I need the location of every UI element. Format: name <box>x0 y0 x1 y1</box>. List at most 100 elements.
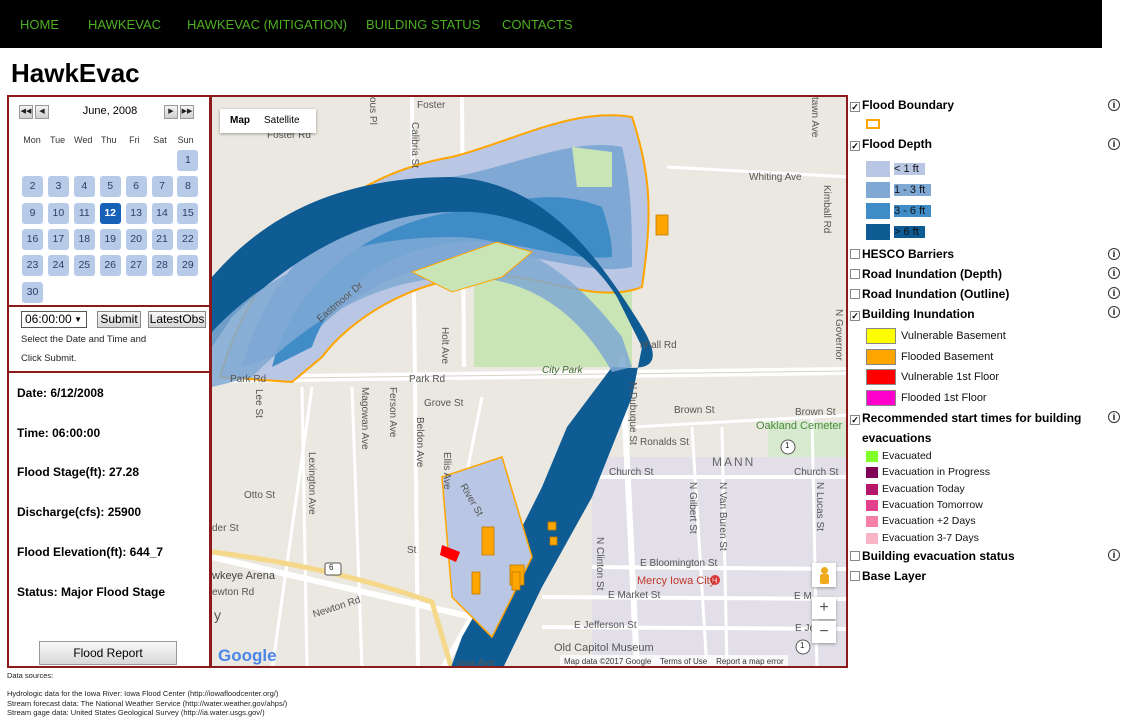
calendar-day[interactable]: 3 <box>47 176 69 198</box>
calendar-day[interactable]: 13 <box>125 202 147 224</box>
calendar-day[interactable]: 24 <box>47 255 69 277</box>
label-holt: Holt Ave <box>439 327 450 365</box>
checkbox-checked[interactable]: ✓ <box>850 141 860 151</box>
info-icon[interactable]: i <box>1108 287 1120 299</box>
submit-button[interactable]: Submit <box>97 311 141 328</box>
calendar-day[interactable]: 10 <box>47 202 69 224</box>
terms-link[interactable]: Terms of Use <box>660 657 707 666</box>
next-month-button[interactable]: ▶ <box>164 105 178 119</box>
calendar-day[interactable]: 14 <box>151 202 173 224</box>
depth-label: < 1 ft <box>894 163 925 175</box>
label-gilbert: N Gilbert St <box>687 482 698 534</box>
flood-map[interactable]: H Foster Rd Foster Calibria St Whiting A… <box>210 95 848 668</box>
building-label: Flooded 1st Floor <box>901 391 987 404</box>
calendar-day[interactable]: 28 <box>151 255 173 277</box>
calendar-day[interactable]: 26 <box>99 255 121 277</box>
layer-recommended-start-times[interactable]: ✓ Recommended start times for building <box>850 411 1081 425</box>
layer-flood-boundary[interactable]: ✓ Flood Boundary <box>850 98 954 112</box>
layer-base-layer[interactable]: Base Layer <box>850 569 926 583</box>
calendar: ◀◀ ◀ June, 2008 ▶ ▶▶ Mon Tue Wed Thu Fri Sat S… <box>9 97 209 307</box>
calendar-month-label: June, 2008 <box>82 105 138 117</box>
calendar-day[interactable]: 2 <box>22 176 43 198</box>
calendar-day[interactable]: 30 <box>22 281 43 303</box>
layer-flood-depth[interactable]: ✓ Flood Depth <box>850 137 932 151</box>
map-type-map-button[interactable]: Map <box>230 109 250 133</box>
calendar-day[interactable]: 21 <box>151 228 173 250</box>
calendar-day[interactable]: 22 <box>177 228 199 250</box>
next-year-button[interactable]: ▶▶ <box>180 105 194 119</box>
flood-report-button[interactable]: Flood Report <box>39 641 177 665</box>
layer-label: Flood Boundary <box>862 98 954 112</box>
layer-building-inundation[interactable]: ✓ Building Inundation <box>850 307 975 321</box>
calendar-day[interactable]: 27 <box>125 255 147 277</box>
layer-building-evacuation-status[interactable]: Building evacuation status <box>850 549 1015 563</box>
label-tawn-ave: tawn Ave <box>809 97 820 138</box>
calendar-day[interactable]: 23 <box>22 255 43 277</box>
calendar-day[interactable]: 1 <box>177 150 199 171</box>
calendar-day[interactable]: 20 <box>125 228 147 250</box>
zoom-in-button[interactable]: + <box>812 597 836 619</box>
label-park-rd-left: Park Rd <box>230 374 267 385</box>
time-select[interactable]: 06:00:00 ▼ <box>21 311 87 328</box>
latest-obs-button[interactable]: LatestObs <box>148 311 206 328</box>
zoom-out-button[interactable]: − <box>812 621 836 643</box>
info-icon[interactable]: i <box>1108 411 1120 423</box>
evac-label: Evacuated <box>882 450 932 462</box>
calendar-day[interactable]: 8 <box>177 176 199 198</box>
calendar-day[interactable]: 17 <box>47 228 69 250</box>
info-icon[interactable]: i <box>1108 267 1120 279</box>
checkbox[interactable] <box>850 289 860 299</box>
nav-building-status[interactable]: BUILDING STATUS <box>366 17 480 32</box>
calendar-day[interactable]: 18 <box>73 228 95 250</box>
report-error-link[interactable]: Report a map error <box>716 657 784 666</box>
calendar-day[interactable]: 5 <box>99 176 121 198</box>
pegman-button[interactable] <box>812 563 836 587</box>
layer-road-inundation-depth[interactable]: Road Inundation (Depth) <box>850 267 1002 281</box>
info-icon[interactable]: i <box>1108 248 1120 260</box>
label-market: E Market St <box>608 590 661 601</box>
nav-hawkevac[interactable]: HAWKEVAC <box>88 17 161 32</box>
info-icon[interactable]: i <box>1108 306 1120 318</box>
label-foster: Foster <box>417 100 446 111</box>
checkbox[interactable] <box>850 269 860 279</box>
calendar-day[interactable]: 19 <box>99 228 121 250</box>
info-icon[interactable]: i <box>1108 99 1120 111</box>
calendar-day[interactable]: 11 <box>73 202 95 224</box>
calendar-day[interactable]: 6 <box>125 176 147 198</box>
weekday-header: Wed <box>74 135 93 145</box>
label-park-rd: Park Rd <box>409 374 446 385</box>
evac-label: Evacuation 3-7 Days <box>882 531 979 544</box>
prev-month-button[interactable]: ◀ <box>35 105 49 119</box>
layer-hesco-barriers[interactable]: HESCO Barriers <box>850 247 954 261</box>
nav-hawkevac-mitigation[interactable]: HAWKEVAC (MITIGATION) <box>187 17 347 32</box>
checkbox-checked[interactable]: ✓ <box>850 311 860 321</box>
nav-home[interactable]: HOME <box>20 17 59 32</box>
calendar-day[interactable]: 25 <box>73 255 95 277</box>
info-icon[interactable]: i <box>1108 138 1120 150</box>
checkbox[interactable] <box>850 571 860 581</box>
label-oakland: Oakland Cemeter <box>756 420 843 432</box>
calendar-day[interactable]: 29 <box>177 255 199 277</box>
label-ous-pl: ous Pl <box>367 97 378 125</box>
calendar-day[interactable]: 7 <box>151 176 173 198</box>
calendar-day[interactable]: 4 <box>73 176 95 198</box>
prev-year-button[interactable]: ◀◀ <box>19 105 33 119</box>
depth-swatch <box>866 161 890 177</box>
building-swatch <box>866 389 896 406</box>
calendar-day[interactable]: 15 <box>177 202 199 224</box>
checkbox-checked[interactable]: ✓ <box>850 102 860 112</box>
map-type-satellite-button[interactable]: Satellite <box>264 109 300 133</box>
layer-road-inundation-outline[interactable]: Road Inundation (Outline) <box>850 287 1009 301</box>
depth-swatch <box>866 203 890 219</box>
calendar-day[interactable]: 12 <box>99 202 121 224</box>
checkbox-checked[interactable]: ✓ <box>850 415 860 425</box>
label-ronalds: Ronalds St <box>640 437 689 448</box>
calendar-day[interactable]: 16 <box>22 228 43 250</box>
calendar-day[interactable]: 9 <box>22 202 43 224</box>
checkbox[interactable] <box>850 249 860 259</box>
building-label: Flooded Basement <box>901 350 994 363</box>
label-calibria: Calibria St <box>409 122 420 169</box>
info-icon[interactable]: i <box>1108 549 1120 561</box>
nav-contacts[interactable]: CONTACTS <box>502 17 573 32</box>
checkbox[interactable] <box>850 551 860 561</box>
